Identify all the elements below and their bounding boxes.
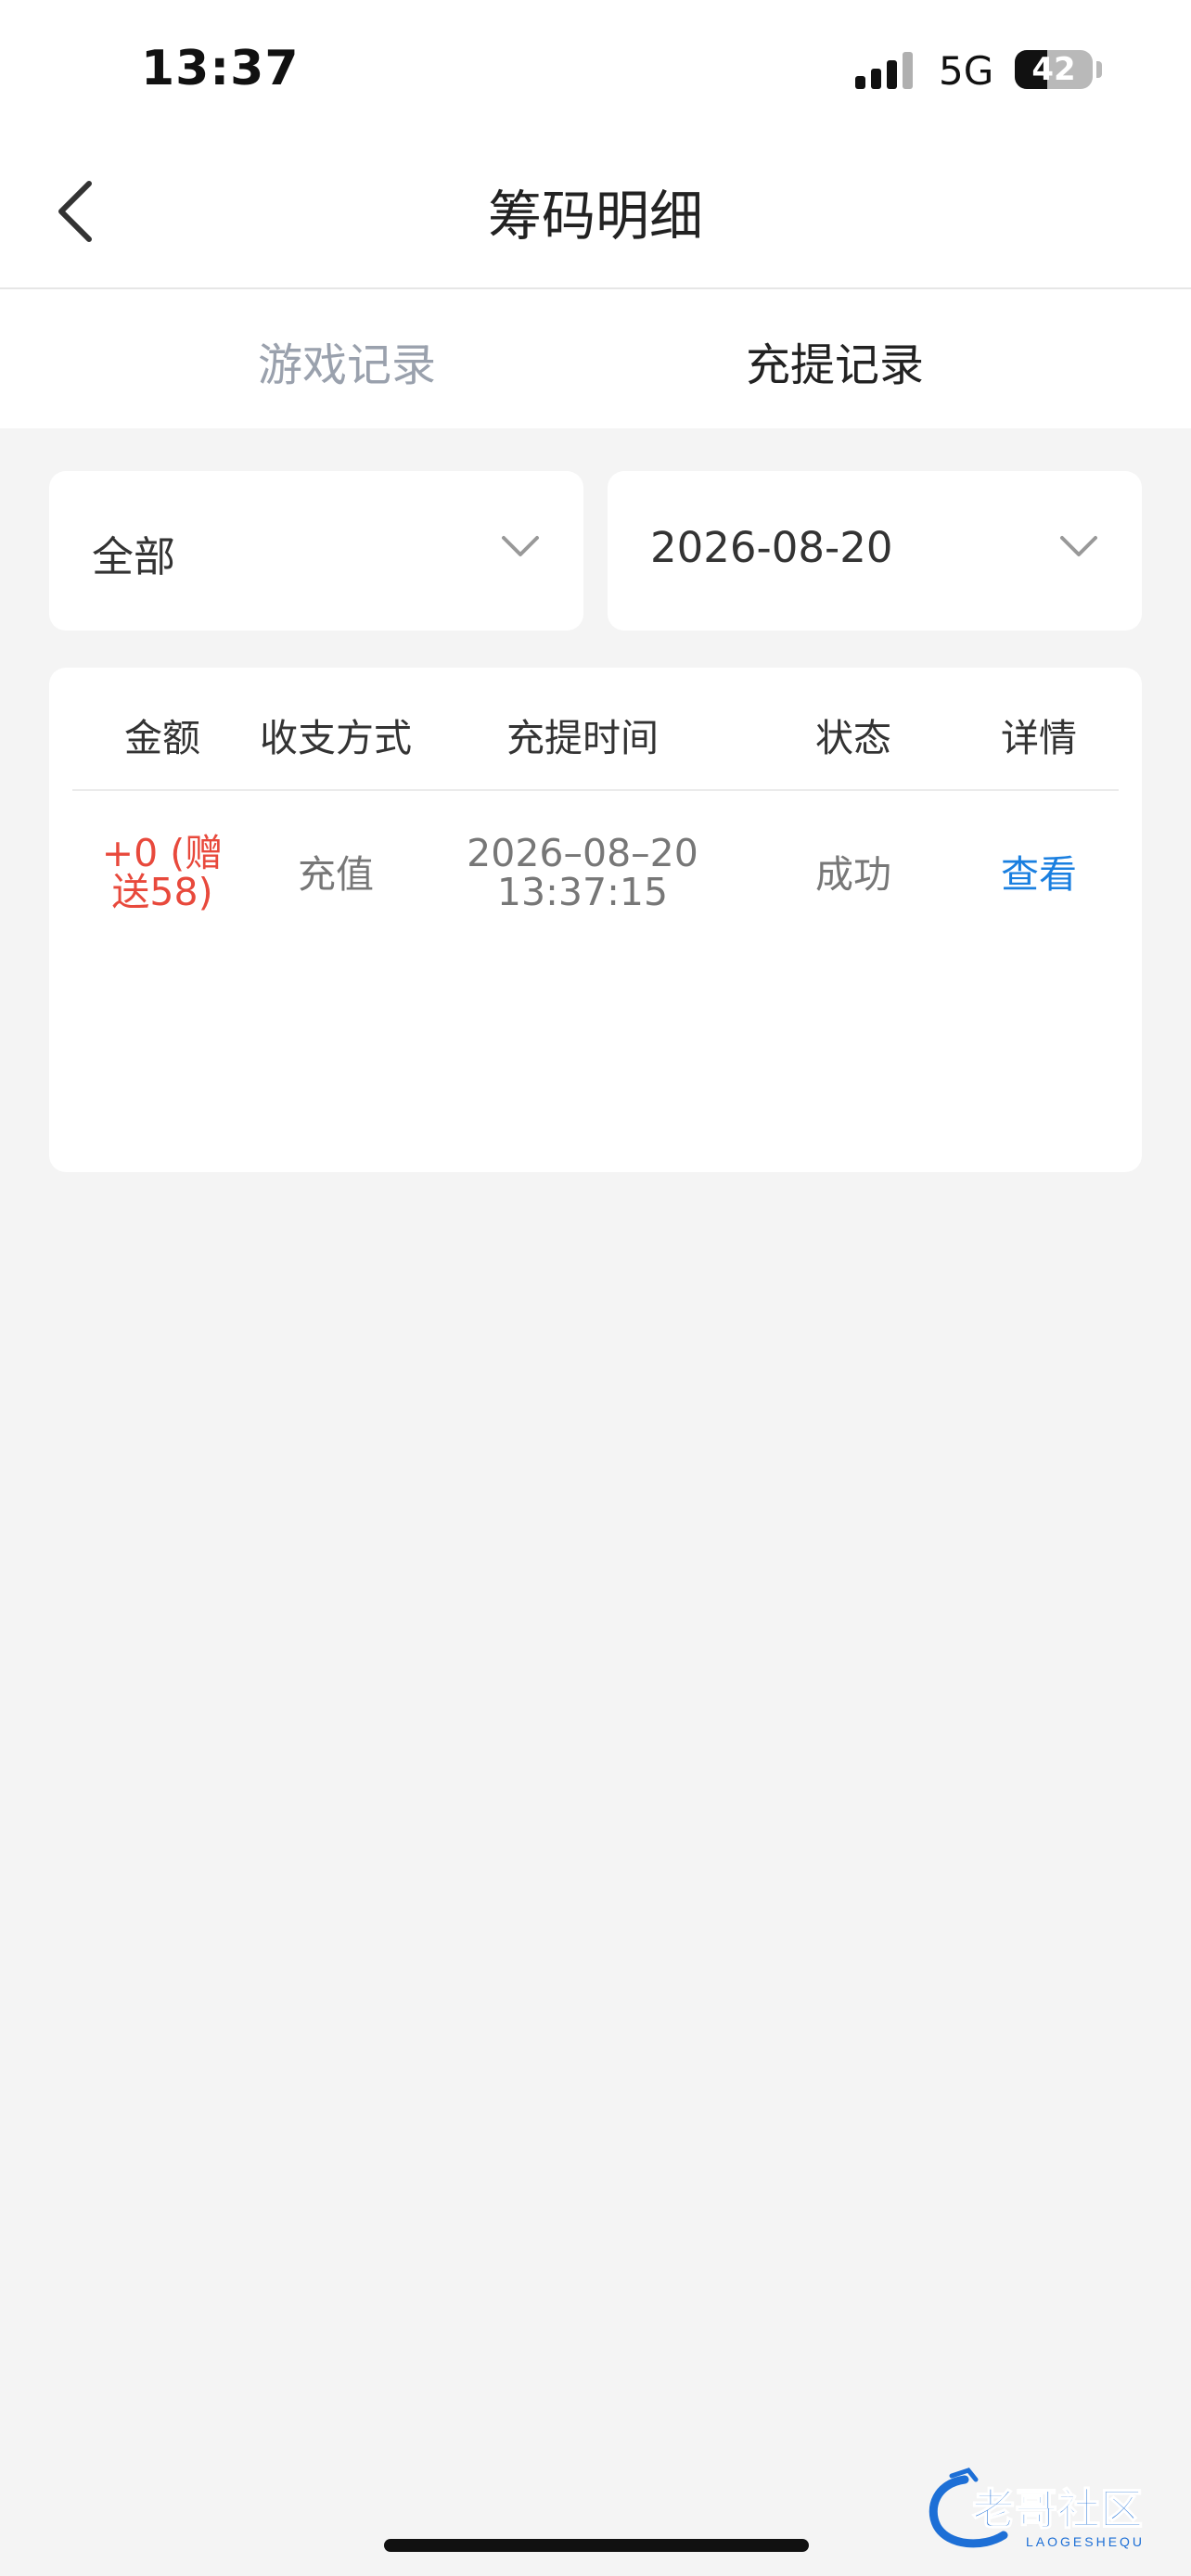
time-cell: 2026–08–20 13:37:15 [443, 834, 722, 912]
tab-bar: 游戏记录 充提记录 [0, 289, 1191, 428]
type-filter-select[interactable]: 全部 [49, 471, 583, 631]
record-date: 2026–08–20 [467, 831, 698, 875]
amount-cell: +0 (赠 送58) [83, 834, 241, 912]
header-status: 状态 [815, 716, 891, 760]
header-method: 收支方式 [260, 716, 412, 760]
tab-game-records[interactable]: 游戏记录 [258, 328, 436, 393]
watermark-text: 老哥社区 [972, 2485, 1143, 2533]
table-header-divider [72, 789, 1119, 791]
chevron-down-icon [1060, 536, 1097, 556]
home-indicator[interactable] [384, 2539, 809, 2552]
type-filter-value: 全部 [92, 532, 176, 581]
tab-recharge-withdraw-records[interactable]: 充提记录 [746, 328, 924, 393]
header-detail: 详情 [1001, 716, 1077, 760]
status-bar: 13:37 5G 42 [0, 0, 1191, 139]
record-time: 13:37:15 [496, 870, 669, 914]
status-cell: 成功 [815, 852, 891, 897]
page-title: 筹码明细 [487, 185, 703, 248]
view-detail-link[interactable]: 查看 [983, 855, 1095, 894]
header-amount: 金额 [124, 716, 200, 760]
battery-icon: 42 [1015, 50, 1093, 89]
network-type: 5G [939, 48, 994, 94]
watermark-subtext: LAOGESHEQU [1026, 2534, 1145, 2549]
battery-cap [1096, 61, 1102, 78]
method-cell: 充值 [298, 852, 374, 897]
cellular-signal-icon [855, 52, 915, 89]
header-time: 充提时间 [506, 716, 659, 760]
chevron-down-icon [502, 536, 539, 556]
status-time: 13:37 [141, 41, 300, 96]
amount-line-1: +0 (赠 [101, 831, 224, 875]
amount-line-2: 送58) [111, 870, 213, 914]
nav-bar: 筹码明细 [0, 139, 1191, 289]
watermark-logo: 老哥社区 LAOGESHEQU [924, 2467, 1185, 2552]
date-filter-value: 2026-08-20 [650, 523, 893, 572]
date-filter-select[interactable]: 2026-08-20 [608, 471, 1142, 631]
battery-level: 42 [1031, 51, 1076, 88]
